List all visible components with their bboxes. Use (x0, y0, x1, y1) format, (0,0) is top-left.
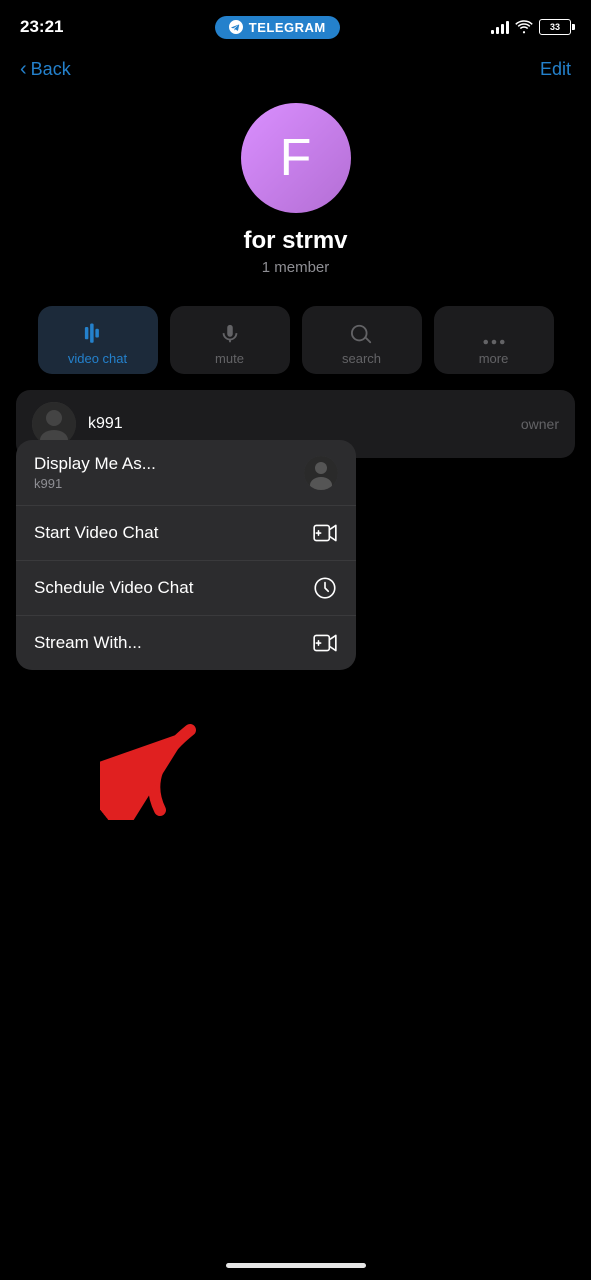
dropdown-item-subtitle-display: k991 (34, 476, 156, 491)
video-chat-icon (84, 323, 112, 345)
profile-members: 1 member (262, 259, 330, 276)
schedule-video-chat-icon (312, 575, 338, 601)
profile-name: for strmv (243, 227, 347, 255)
action-button-more[interactable]: more (434, 306, 554, 374)
start-video-chat-icon (312, 520, 338, 546)
dropdown-item-left: Display Me As... k991 (34, 454, 156, 491)
back-chevron-icon: ‹ (20, 58, 27, 81)
stream-with-icon (312, 630, 338, 656)
action-button-mute[interactable]: mute (170, 306, 290, 374)
dropdown-menu: Display Me As... k991 Start Video Chat S… (16, 440, 356, 670)
dropdown-item-title-display: Display Me As... (34, 454, 156, 474)
dropdown-item-start-video-chat[interactable]: Start Video Chat (16, 506, 356, 561)
nav-bar: ‹ Back Edit (0, 50, 591, 93)
action-label-search: search (342, 351, 381, 366)
action-buttons-row: video chat mute search more (0, 296, 591, 390)
edit-button[interactable]: Edit (540, 59, 571, 80)
status-time: 23:21 (20, 17, 63, 37)
signal-icon (491, 20, 509, 34)
action-button-video-chat[interactable]: video chat (38, 306, 158, 374)
telegram-icon (229, 20, 243, 34)
home-indicator (226, 1263, 366, 1268)
telegram-label: TELEGRAM (249, 20, 326, 35)
action-button-search[interactable]: search (302, 306, 422, 374)
dropdown-item-display-me-as[interactable]: Display Me As... k991 (16, 440, 356, 506)
profile-section: F for strmv 1 member (0, 93, 591, 296)
battery-icon: 33 (539, 19, 571, 35)
display-me-as-avatar (304, 456, 338, 490)
dropdown-item-title-stream: Stream With... (34, 633, 142, 653)
avatar: F (241, 103, 351, 213)
red-arrow (100, 700, 260, 820)
action-label-video-chat: video chat (68, 351, 127, 366)
dropdown-item-schedule-video-chat[interactable]: Schedule Video Chat (16, 561, 356, 616)
dropdown-item-title-start: Start Video Chat (34, 523, 158, 543)
back-label: Back (31, 59, 71, 80)
member-role: owner (521, 416, 559, 432)
action-label-more: more (479, 351, 509, 366)
status-bar: 23:21 TELEGRAM 33 (0, 0, 591, 50)
avatar-letter: F (280, 128, 312, 188)
status-icons: 33 (491, 19, 571, 35)
dropdown-item-title-schedule: Schedule Video Chat (34, 578, 193, 598)
mute-icon (219, 323, 241, 345)
dropdown-item-stream-with[interactable]: Stream With... (16, 616, 356, 670)
back-button[interactable]: ‹ Back (20, 58, 71, 81)
telegram-pill: TELEGRAM (215, 16, 340, 39)
wifi-icon (515, 20, 533, 34)
action-label-mute: mute (215, 351, 244, 366)
member-name: k991 (88, 415, 123, 433)
more-icon (483, 339, 505, 345)
search-icon (351, 323, 373, 345)
member-info: k991 (88, 415, 123, 433)
user-avatar-image (304, 456, 338, 490)
